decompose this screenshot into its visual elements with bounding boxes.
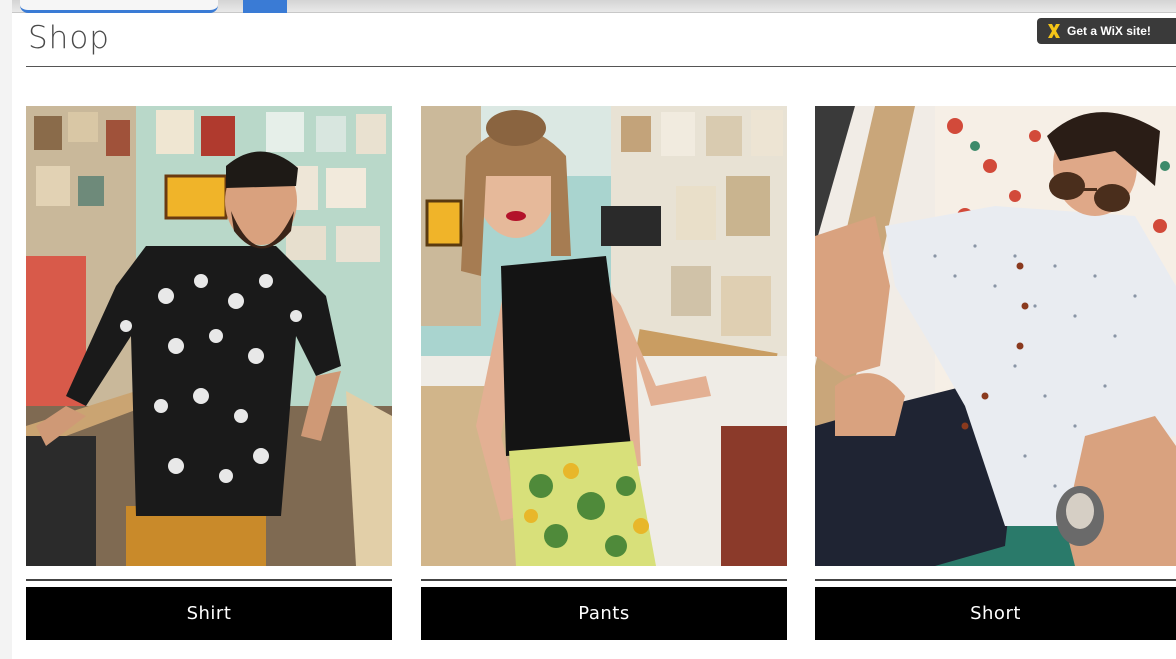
short-model-image bbox=[815, 106, 1176, 566]
short-category-button[interactable]: Short bbox=[815, 587, 1176, 640]
browser-tab-active-indicator[interactable] bbox=[243, 0, 287, 13]
page-title: Shop bbox=[28, 20, 110, 56]
get-wix-site-label: Get a WiX site! bbox=[1067, 24, 1151, 38]
pants-category-button[interactable]: Pants bbox=[421, 587, 787, 640]
page-gutter bbox=[0, 0, 12, 659]
title-divider bbox=[26, 66, 1176, 67]
product-photo-short[interactable] bbox=[815, 106, 1176, 566]
card-divider bbox=[26, 579, 392, 581]
shirt-category-button[interactable]: Shirt bbox=[26, 587, 392, 640]
card-divider bbox=[815, 579, 1176, 581]
product-card-pants: Pants bbox=[421, 106, 787, 641]
product-photo-pants[interactable] bbox=[421, 106, 787, 566]
pants-model-image bbox=[421, 106, 787, 566]
browser-tab-strip bbox=[0, 0, 1176, 13]
shop-page: Shop Get a WiX site! Shirt Pants Short bbox=[0, 0, 1176, 659]
get-wix-site-banner[interactable]: Get a WiX site! bbox=[1037, 18, 1176, 44]
product-photo-shirt[interactable] bbox=[26, 106, 392, 566]
browser-tab[interactable] bbox=[20, 0, 218, 13]
wix-x-icon bbox=[1048, 24, 1060, 38]
product-card-short: Short bbox=[815, 106, 1176, 641]
shirt-model-image bbox=[26, 106, 392, 566]
product-card-shirt: Shirt bbox=[26, 106, 392, 641]
card-divider bbox=[421, 579, 787, 581]
